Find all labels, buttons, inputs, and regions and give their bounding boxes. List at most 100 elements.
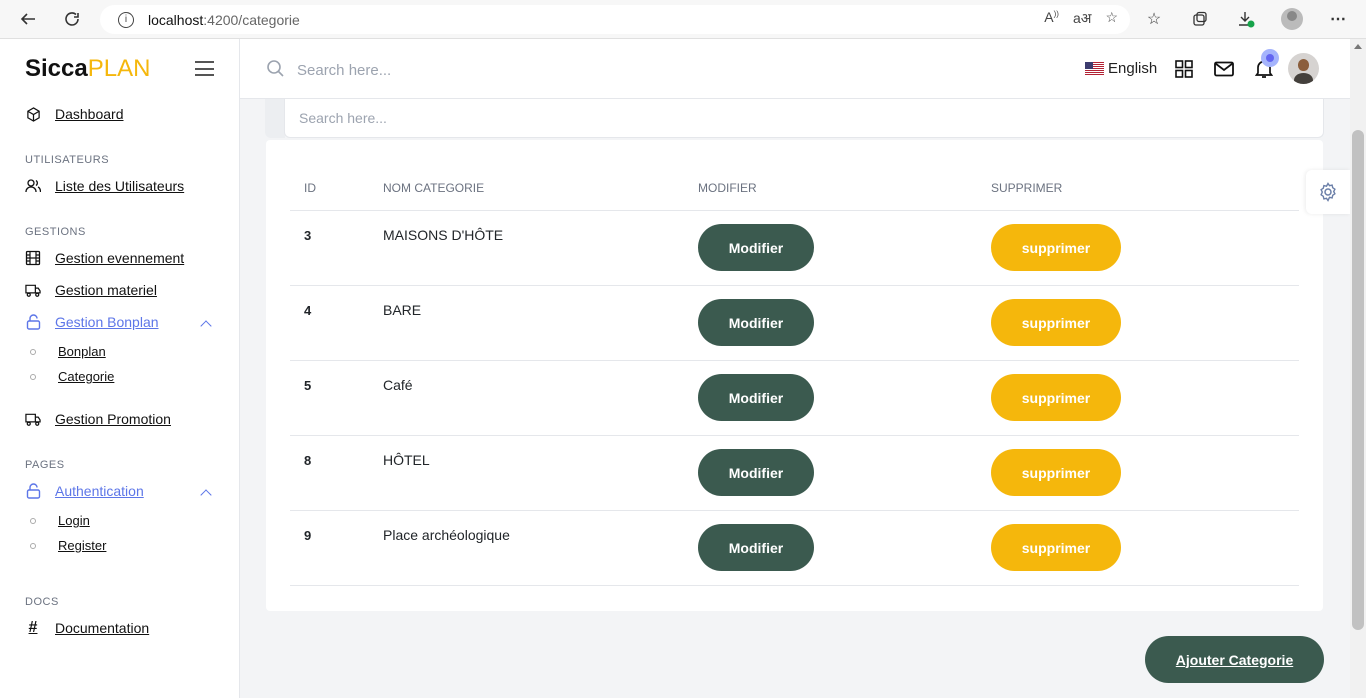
- row-id: 5: [304, 378, 312, 393]
- translate-icon[interactable]: aअ: [1073, 9, 1091, 28]
- section-title-users: UTILISATEURS: [25, 154, 110, 166]
- modify-button[interactable]: Modifier: [698, 524, 814, 571]
- delete-button[interactable]: supprimer: [991, 449, 1121, 496]
- bullet-icon: [30, 373, 36, 380]
- column-header-modify: MODIFIER: [698, 181, 757, 195]
- modify-button[interactable]: Modifier: [698, 449, 814, 496]
- truck-icon: [25, 282, 41, 298]
- cube-icon: [25, 106, 41, 122]
- row-id: 8: [304, 453, 312, 468]
- downloads-icon[interactable]: [1228, 4, 1264, 34]
- row-name: Café: [383, 377, 413, 393]
- more-icon[interactable]: ⋯: [1320, 4, 1356, 34]
- delete-button[interactable]: supprimer: [991, 524, 1121, 571]
- sidebar-item-label: Gestion Promotion: [55, 411, 171, 427]
- unlock-icon: [25, 483, 41, 499]
- us-flag-icon: [1085, 62, 1104, 75]
- row-name: HÔTEL: [383, 452, 430, 468]
- search-icon: [266, 59, 285, 82]
- sidebar-item-gestion-promotion[interactable]: Gestion Promotion: [25, 411, 171, 427]
- modify-button[interactable]: Modifier: [698, 224, 814, 271]
- sidebar-item-label: Liste des Utilisateurs: [55, 178, 185, 194]
- row-id: 9: [304, 528, 312, 543]
- sidebar-subitem-register[interactable]: Register: [30, 538, 106, 553]
- section-title-pages: PAGES: [25, 459, 65, 471]
- section-title-docs: DOCS: [25, 596, 59, 608]
- category-search-placeholder: Search here...: [299, 110, 387, 126]
- sidebar-item-documentation[interactable]: # Documentation: [25, 619, 150, 636]
- collections-icon[interactable]: [1182, 4, 1218, 34]
- url-host: localhost: [148, 11, 204, 28]
- language-selector[interactable]: English: [1085, 60, 1157, 77]
- bullet-icon: [30, 542, 36, 549]
- delete-button[interactable]: supprimer: [991, 299, 1121, 346]
- modify-button[interactable]: Modifier: [698, 374, 814, 421]
- sidebar-item-label: Gestion evennement: [55, 250, 185, 266]
- scroll-up-arrow-icon[interactable]: [1354, 44, 1362, 49]
- add-favorite-icon[interactable]: ☆: [1105, 9, 1118, 28]
- modify-button[interactable]: Modifier: [698, 299, 814, 346]
- address-bar[interactable]: i localhost:4200/categorie A)) aअ ☆: [100, 5, 1130, 34]
- table-row: 8 HÔTEL Modifier supprimer: [290, 436, 1299, 511]
- section-title-gestions: GESTIONS: [25, 226, 86, 238]
- row-name: MAISONS D'HÔTE: [383, 227, 504, 243]
- profile-icon[interactable]: [1274, 4, 1310, 34]
- read-aloud-icon[interactable]: A)): [1044, 9, 1059, 28]
- column-header-id: ID: [304, 181, 316, 195]
- apps-grid-icon[interactable]: [1174, 59, 1194, 79]
- sidebar-item-label: Dashboard: [55, 106, 124, 122]
- column-header-delete: SUPPRIMER: [991, 181, 1063, 195]
- site-info-icon[interactable]: i: [118, 11, 134, 28]
- header-search[interactable]: Search here...: [266, 59, 391, 82]
- sidebar-item-dashboard[interactable]: Dashboard: [25, 106, 124, 122]
- table-row: 3 MAISONS D'HÔTE Modifier supprimer: [290, 211, 1299, 286]
- search-box-edge: [265, 99, 285, 138]
- search-input[interactable]: Search here...: [297, 62, 391, 79]
- table-row: 9 Place archéologique Modifier supprimer: [290, 511, 1299, 586]
- sidebar-item-label: Gestion Bonplan: [55, 314, 159, 330]
- notification-badge: [1261, 49, 1279, 67]
- sidebar-item-authentication[interactable]: Authentication: [25, 483, 144, 499]
- bullet-icon: [30, 517, 36, 524]
- row-name: Place archéologique: [383, 527, 510, 543]
- sidebar-item-gestion-evenement[interactable]: Gestion evennement: [25, 250, 184, 266]
- delete-button[interactable]: supprimer: [991, 224, 1121, 271]
- chevron-up-icon[interactable]: [200, 320, 212, 332]
- sidebar-subitem-label: Register: [58, 538, 107, 553]
- avatar[interactable]: [1288, 53, 1319, 84]
- row-name: BARE: [383, 302, 422, 318]
- sidebar-item-gestion-materiel[interactable]: Gestion materiel: [25, 282, 157, 298]
- chevron-up-icon[interactable]: [200, 489, 212, 501]
- sidebar-subitem-label: Categorie: [58, 369, 115, 384]
- back-icon[interactable]: [10, 3, 46, 35]
- add-category-button[interactable]: Ajouter Categorie: [1145, 636, 1324, 683]
- scrollbar-thumb[interactable]: [1352, 130, 1364, 630]
- row-id: 4: [304, 303, 312, 318]
- categories-table: ID NOM CATEGORIE MODIFIER SUPPRIMER 3 MA…: [290, 170, 1299, 586]
- table-row: 5 Café Modifier supprimer: [290, 361, 1299, 436]
- sidebar-subitem-login[interactable]: Login: [30, 513, 90, 528]
- truck-icon: [25, 411, 41, 427]
- sidebar-item-label: Gestion materiel: [55, 282, 157, 298]
- sidebar-subitem-bonplan[interactable]: Bonplan: [30, 344, 106, 359]
- refresh-icon[interactable]: [54, 3, 90, 35]
- delete-button[interactable]: supprimer: [991, 374, 1121, 421]
- table-row: 4 BARE Modifier supprimer: [290, 286, 1299, 361]
- sidebar-subitem-label: Bonplan: [58, 344, 106, 359]
- sidebar-item-users-list[interactable]: Liste des Utilisateurs: [25, 178, 184, 194]
- sidebar-subitem-label: Login: [58, 513, 90, 528]
- categories-card: ID NOM CATEGORIE MODIFIER SUPPRIMER 3 MA…: [266, 140, 1323, 611]
- hash-icon: #: [28, 619, 38, 636]
- settings-gear-icon[interactable]: [1306, 170, 1350, 214]
- bullet-icon: [30, 348, 36, 355]
- sidebar-item-gestion-bonplan[interactable]: Gestion Bonplan: [25, 314, 159, 330]
- sidebar: Sicca PLAN Dashboard UTILISATEURS Liste d…: [0, 39, 240, 698]
- mail-icon[interactable]: [1214, 59, 1234, 79]
- category-search-input[interactable]: Search here...: [284, 99, 1324, 138]
- sidebar-item-label: Authentication: [55, 483, 144, 499]
- film-icon: [25, 250, 41, 266]
- sidebar-item-label: Documentation: [55, 620, 150, 636]
- menu-toggle-icon[interactable]: [195, 61, 214, 76]
- favorites-icon[interactable]: ☆: [1136, 4, 1172, 34]
- sidebar-subitem-categorie[interactable]: Categorie: [30, 369, 114, 384]
